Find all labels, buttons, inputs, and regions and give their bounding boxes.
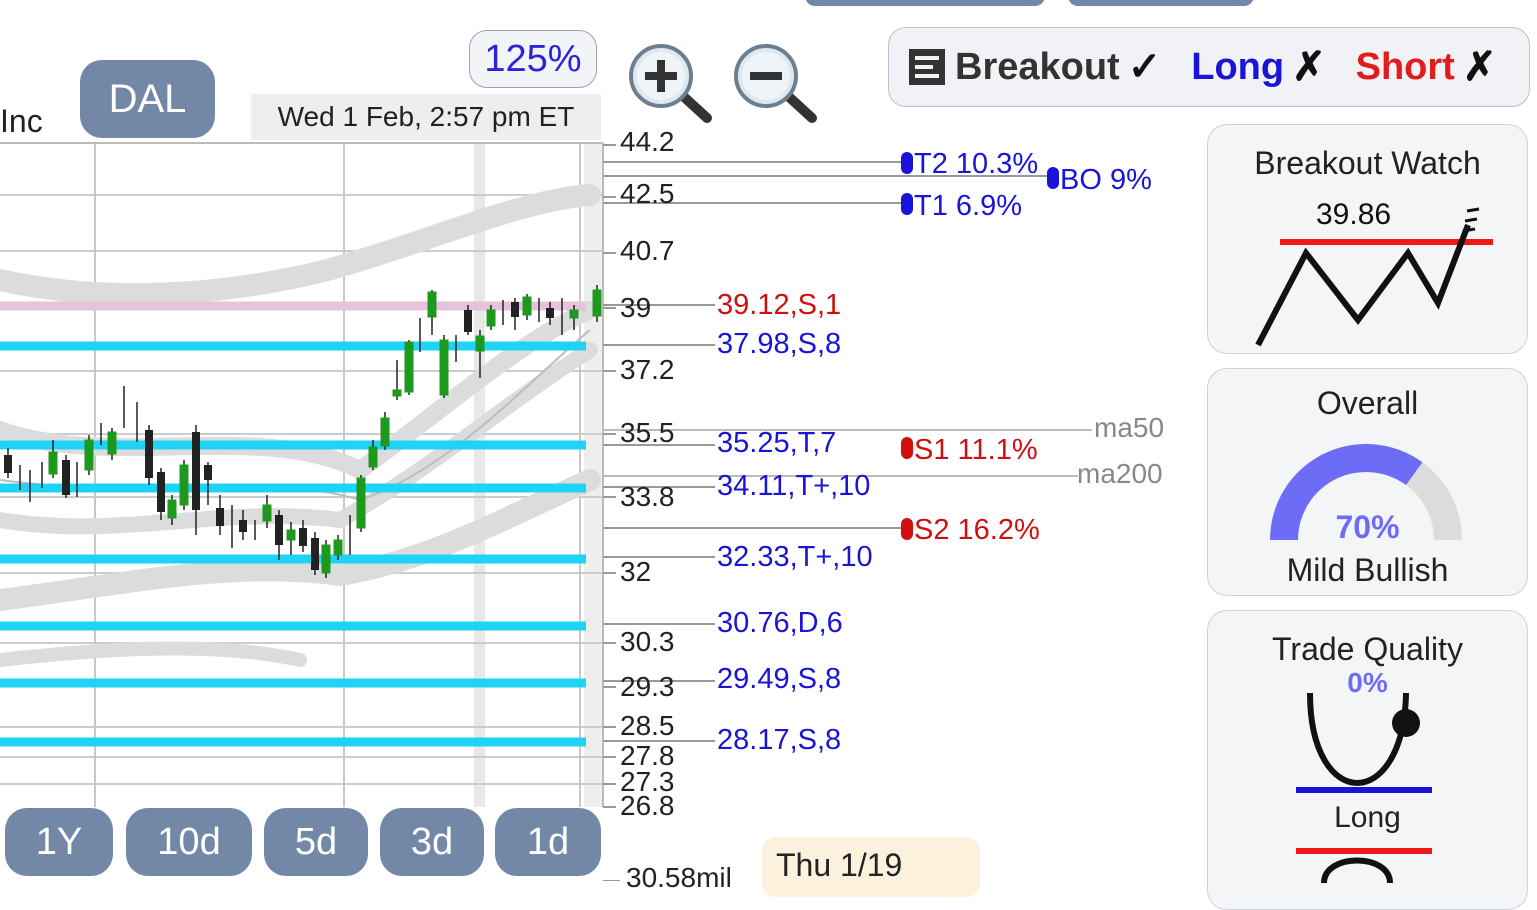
overall-sentiment: Mild Bullish [1286, 552, 1449, 588]
trade-direction: Long [1334, 801, 1401, 834]
stop-s1: S1 11.1% [914, 434, 1038, 466]
price-tick: 33.8 [620, 481, 675, 512]
level-label: 32.33,T+,10 [717, 541, 873, 573]
price-tick: 44.2 [620, 126, 675, 157]
volume-label: 30.58mil [626, 862, 732, 893]
short-signal[interactable]: Short ✗ [1356, 44, 1497, 90]
date-tooltip: Thu 1/19 [762, 837, 980, 897]
overall-percent: 70% [1335, 509, 1400, 545]
highlight-column [474, 143, 485, 807]
level-label: 30.76,D,6 [717, 607, 843, 639]
timeframe-1d-button[interactable]: 1d [495, 808, 601, 876]
stop-s2: S2 16.2% [914, 514, 1040, 546]
price-tick: 35.5 [620, 417, 675, 448]
trade-quality-panel[interactable]: Trade Quality 0% Long [1207, 610, 1528, 910]
long-label: Long [1191, 45, 1285, 88]
level-label: 35.25,T,7 [717, 427, 837, 459]
ma50-label: ma50 [1094, 412, 1165, 443]
overall-panel[interactable]: Overall 70% Mild Bullish [1207, 368, 1528, 596]
price-tick: 37.2 [620, 354, 675, 385]
breakout-watch-panel[interactable]: Breakout Watch 39.86 [1207, 124, 1528, 354]
cross-icon: ✗ [1292, 45, 1326, 89]
timeframe-1y-button[interactable]: 1Y [5, 808, 113, 876]
level-label: 39.12,S,1 [717, 289, 842, 321]
target-t2: T2 10.3% [914, 148, 1039, 180]
timeframe-3d-button[interactable]: 3d [380, 808, 484, 876]
price-tick: 29.3 [620, 671, 675, 702]
target-t1: T1 6.9% [914, 190, 1022, 222]
price-tick: 40.7 [620, 235, 675, 266]
price-tick: 26.8 [620, 790, 675, 821]
short-label: Short [1355, 45, 1455, 88]
price-tick: 32 [620, 556, 652, 587]
price-tick: 28.5 [620, 710, 675, 741]
level-label: 28.17,S,8 [717, 724, 842, 756]
price-tick: 42.5 [620, 178, 675, 209]
ma200-label: ma200 [1077, 458, 1163, 489]
long-signal[interactable]: Long ✗ [1191, 44, 1325, 90]
overall-title: Overall [1316, 385, 1419, 421]
level-label: 37.98,S,8 [717, 328, 842, 360]
timeframe-10d-button[interactable]: 10d [126, 808, 252, 876]
trade-quality-title: Trade Quality [1272, 631, 1463, 667]
price-tick: 30.3 [620, 626, 675, 657]
level-label: 34.11,T+,10 [717, 470, 871, 502]
cross-icon: ✗ [1462, 45, 1497, 89]
timeframe-5d-button[interactable]: 5d [264, 808, 368, 876]
trade-quality-icon [1296, 693, 1432, 883]
breakout-target: BO 9% [1060, 164, 1152, 196]
price-tick: 39 [620, 292, 652, 323]
breakout-watch-title: Breakout Watch [1254, 145, 1481, 181]
breakout-pattern-icon [1255, 207, 1493, 347]
level-label: 29.49,S,8 [717, 663, 842, 695]
